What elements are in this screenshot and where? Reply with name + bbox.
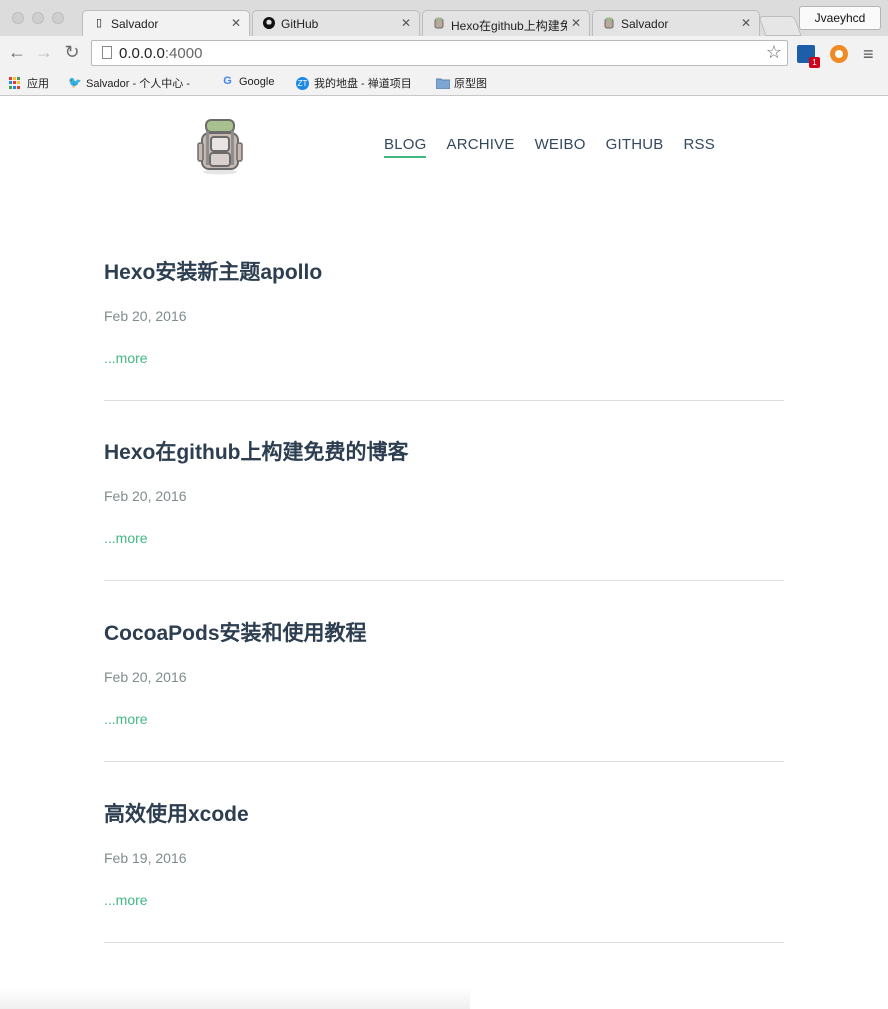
toolbar: ← → ↻ 0.0.0.0:4000 ☆ 1 ≡ xyxy=(0,36,888,70)
post-title[interactable]: CocoaPods安装和使用教程 xyxy=(104,619,784,649)
bird-icon: 🐦 xyxy=(68,76,82,89)
backpack-icon xyxy=(603,17,615,29)
tab-github[interactable]: GitHub ✕ xyxy=(252,10,420,36)
close-tab-icon[interactable]: ✕ xyxy=(571,16,581,30)
bookmark-label: Google xyxy=(239,75,275,88)
backpack-icon xyxy=(433,17,445,29)
address-bar[interactable]: 0.0.0.0:4000 ☆ xyxy=(91,40,788,66)
read-more-link[interactable]: ...more xyxy=(104,350,148,366)
bookmark-label: 原型图 xyxy=(454,78,487,90)
profile-button[interactable]: Jvaeyhcd xyxy=(799,6,881,30)
post-title[interactable]: Hexo在github上构建免费的博客 xyxy=(104,438,784,468)
tab-strip: ▯ Salvador ✕ GitHub ✕ Hexo在github上构建免 ✕ … xyxy=(0,0,888,37)
read-more-link[interactable]: ...more xyxy=(104,711,148,727)
browser-chrome: ▯ Salvador ✕ GitHub ✕ Hexo在github上构建免 ✕ … xyxy=(0,0,888,96)
bookmark-label: 应用 xyxy=(27,78,49,90)
forward-icon[interactable]: → xyxy=(34,42,54,62)
lifebuoy-extension-icon[interactable] xyxy=(830,45,848,63)
zoom-window-button[interactable] xyxy=(52,12,64,24)
divider xyxy=(104,400,784,401)
post-date: Feb 20, 2016 xyxy=(104,488,187,504)
nav-weibo[interactable]: WEIBO xyxy=(535,136,586,158)
tab-salvador[interactable]: Salvador ✕ xyxy=(592,10,760,36)
bookmark-label: 我的地盘 - 禅道项目 xyxy=(314,78,412,90)
zentao-icon: ZT xyxy=(296,76,309,90)
google-icon: G xyxy=(223,75,232,87)
divider xyxy=(104,942,784,943)
new-tab-button[interactable] xyxy=(758,16,802,36)
post-date: Feb 19, 2016 xyxy=(104,850,187,866)
url-port: :4000 xyxy=(164,45,203,62)
apps-icon xyxy=(9,76,22,90)
folder-icon xyxy=(435,77,451,90)
extension-badge: 1 xyxy=(809,57,820,68)
post-date: Feb 20, 2016 xyxy=(104,308,187,324)
close-tab-icon[interactable]: ✕ xyxy=(401,16,411,30)
close-tab-icon[interactable]: ✕ xyxy=(741,16,751,30)
bookmark-google[interactable]: G Google xyxy=(221,75,274,88)
tab-title: Salvador xyxy=(111,17,159,31)
tab-title: Salvador xyxy=(621,17,669,31)
bookmark-star-icon[interactable]: ☆ xyxy=(766,42,782,63)
nav-rss[interactable]: RSS xyxy=(683,136,714,158)
url-text[interactable]: 0.0.0.0:4000 xyxy=(119,45,202,62)
page-icon: ▯ xyxy=(95,17,103,29)
tab-title: Hexo在github上构建免 xyxy=(451,19,567,33)
divider xyxy=(104,580,784,581)
extension-icon[interactable]: 1 xyxy=(797,45,820,68)
github-icon xyxy=(263,17,275,29)
page-icon xyxy=(102,46,112,59)
tab-hexo[interactable]: Hexo在github上构建免 ✕ xyxy=(422,10,590,36)
main-nav: BLOG ARCHIVE WEIBO GITHUB RSS xyxy=(384,136,715,158)
site-logo-backpack-icon[interactable] xyxy=(197,117,243,175)
read-more-link[interactable]: ...more xyxy=(104,892,148,908)
post-item: 高效使用xcode Feb 19, 2016 ...more xyxy=(104,800,784,943)
post-item: Hexo在github上构建免费的博客 Feb 20, 2016 ...more xyxy=(104,438,784,581)
bookmark-label: Salvador - 个人中心 - xyxy=(86,78,190,90)
bookmark-prototype[interactable]: 原型图 xyxy=(435,75,487,91)
post-title[interactable]: Hexo安装新主题apollo xyxy=(104,258,784,288)
nav-github[interactable]: GITHUB xyxy=(606,136,664,158)
divider xyxy=(104,761,784,762)
post-item: Hexo安装新主题apollo Feb 20, 2016 ...more xyxy=(104,258,784,401)
reload-icon[interactable]: ↻ xyxy=(62,42,82,62)
bookmark-salvador[interactable]: 🐦 Salvador - 个人中心 - xyxy=(68,75,190,91)
url-host: 0.0.0.0 xyxy=(119,45,165,62)
post-title[interactable]: 高效使用xcode xyxy=(104,800,784,830)
tab-salvador-active[interactable]: ▯ Salvador ✕ xyxy=(82,10,250,37)
menu-icon[interactable]: ≡ xyxy=(863,44,874,65)
bottom-fade xyxy=(0,988,470,1009)
tab-title: GitHub xyxy=(281,17,319,31)
bookmark-zentao[interactable]: ZT 我的地盘 - 禅道项目 xyxy=(296,75,412,91)
post-date: Feb 20, 2016 xyxy=(104,669,187,685)
close-tab-icon[interactable]: ✕ xyxy=(231,16,241,30)
nav-archive[interactable]: ARCHIVE xyxy=(446,136,514,158)
back-icon[interactable]: ← xyxy=(7,42,27,62)
read-more-link[interactable]: ...more xyxy=(104,530,148,546)
minimize-window-button[interactable] xyxy=(32,12,44,24)
bookmarks-bar: 应用 🐦 Salvador - 个人中心 - G Google ZT 我的地盘 … xyxy=(0,70,888,95)
post-item: CocoaPods安装和使用教程 Feb 20, 2016 ...more xyxy=(104,619,784,762)
bookmark-apps[interactable]: 应用 xyxy=(9,75,49,91)
close-window-button[interactable] xyxy=(12,12,24,24)
nav-blog[interactable]: BLOG xyxy=(384,136,427,158)
